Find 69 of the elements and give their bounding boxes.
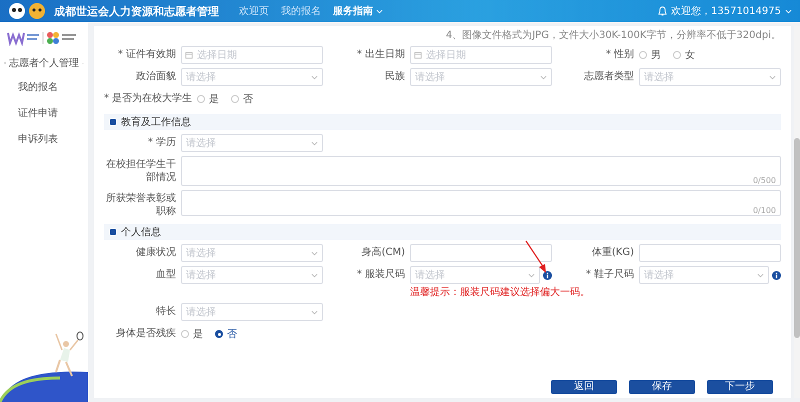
- date-field[interactable]: 选择日期: [410, 46, 552, 64]
- app-title: 成都世运会人力资源和志愿者管理: [54, 4, 219, 18]
- select-field[interactable]: 请选择: [410, 266, 540, 284]
- action-button[interactable]: 返回: [551, 380, 617, 394]
- field-label: 在校担任学生干部情况: [105, 158, 176, 184]
- select-field[interactable]: 请选择: [181, 266, 323, 284]
- field-label: * 学历: [146, 136, 176, 150]
- caret-icon[interactable]: [311, 251, 318, 256]
- caret-icon[interactable]: [311, 75, 318, 80]
- input-field[interactable]: [639, 244, 781, 262]
- field-label: 特长: [155, 304, 176, 319]
- field-label: * 性别: [604, 48, 634, 62]
- menu-group[interactable]: 志愿者个人管理: [0, 52, 88, 74]
- field-label: 民族: [384, 70, 405, 84]
- field-label: 身高(CM): [360, 246, 405, 260]
- calendar-icon: [185, 51, 193, 59]
- menu-item[interactable]: 证件申请: [0, 100, 88, 126]
- select-field[interactable]: 请选择: [181, 244, 323, 262]
- section-icon: [110, 119, 116, 125]
- date-field[interactable]: 选择日期: [181, 46, 323, 64]
- select-field[interactable]: 请选择: [181, 134, 323, 152]
- radio-option[interactable]: 是: [181, 327, 203, 341]
- select-field[interactable]: 请选择: [639, 266, 769, 284]
- section-title: 教育及工作信息: [121, 116, 191, 129]
- warning-text: 温馨提示：服装尺码建议选择偏大一码。: [410, 286, 590, 299]
- field-label: 政治面貌: [135, 70, 176, 84]
- caret-icon[interactable]: [311, 273, 318, 278]
- select-field[interactable]: 请选择: [410, 68, 552, 86]
- caret-icon[interactable]: [311, 310, 318, 315]
- info-icon[interactable]: [772, 270, 781, 280]
- field-label: 血型: [155, 268, 176, 282]
- radio-option[interactable]: 否: [215, 327, 237, 341]
- radio-option[interactable]: 男: [639, 48, 661, 62]
- field-label: 志愿者类型: [583, 70, 634, 84]
- char-counter: 0/100: [752, 206, 776, 215]
- select-field[interactable]: 请选择: [181, 68, 323, 86]
- menu-item[interactable]: 申诉列表: [0, 126, 88, 152]
- field-label: * 证件有效期: [116, 48, 176, 62]
- radio-option[interactable]: 是: [197, 92, 220, 106]
- bell-icon[interactable]: [658, 6, 667, 16]
- select-field[interactable]: 请选择: [639, 68, 781, 86]
- mascot-icon: [8, 2, 48, 20]
- field-label: * 出生日期: [356, 48, 405, 62]
- caret-icon[interactable]: [769, 75, 776, 80]
- field-label: * 服装尺码: [356, 268, 405, 282]
- info-icon[interactable]: [543, 270, 552, 280]
- section-icon: [110, 229, 116, 235]
- calendar-icon: [414, 51, 422, 59]
- action-button[interactable]: 下一步: [707, 380, 773, 394]
- field-label: 身体是否残疾: [115, 326, 176, 341]
- char-counter: 0/500: [752, 176, 776, 185]
- caret-icon[interactable]: [311, 141, 318, 146]
- input-field[interactable]: [410, 244, 552, 262]
- caret-icon[interactable]: [540, 75, 547, 80]
- field-label: 健康状况: [135, 246, 176, 260]
- caret-icon[interactable]: [757, 273, 764, 278]
- radio-option[interactable]: 否: [231, 92, 254, 106]
- radio-option[interactable]: 女: [673, 48, 695, 62]
- upload-hint: 4、图像文件格式为JPG，文件大小30K-100K字节，分辨率不低于320dpi。: [444, 28, 781, 42]
- action-button[interactable]: 保存: [629, 380, 695, 394]
- field-label: * 鞋子尺码: [584, 268, 634, 282]
- field-label: * 是否为在校大学生: [104, 92, 192, 106]
- field-label: 体重(KG): [590, 246, 634, 260]
- menu-item[interactable]: 我的报名: [0, 74, 88, 100]
- scrollbar[interactable]: [794, 26, 800, 398]
- section-title: 个人信息: [121, 226, 161, 239]
- select-field[interactable]: 请选择: [181, 303, 323, 321]
- caret-icon[interactable]: [528, 273, 535, 278]
- field-label: 所获荣誉表彰或职称: [105, 192, 176, 218]
